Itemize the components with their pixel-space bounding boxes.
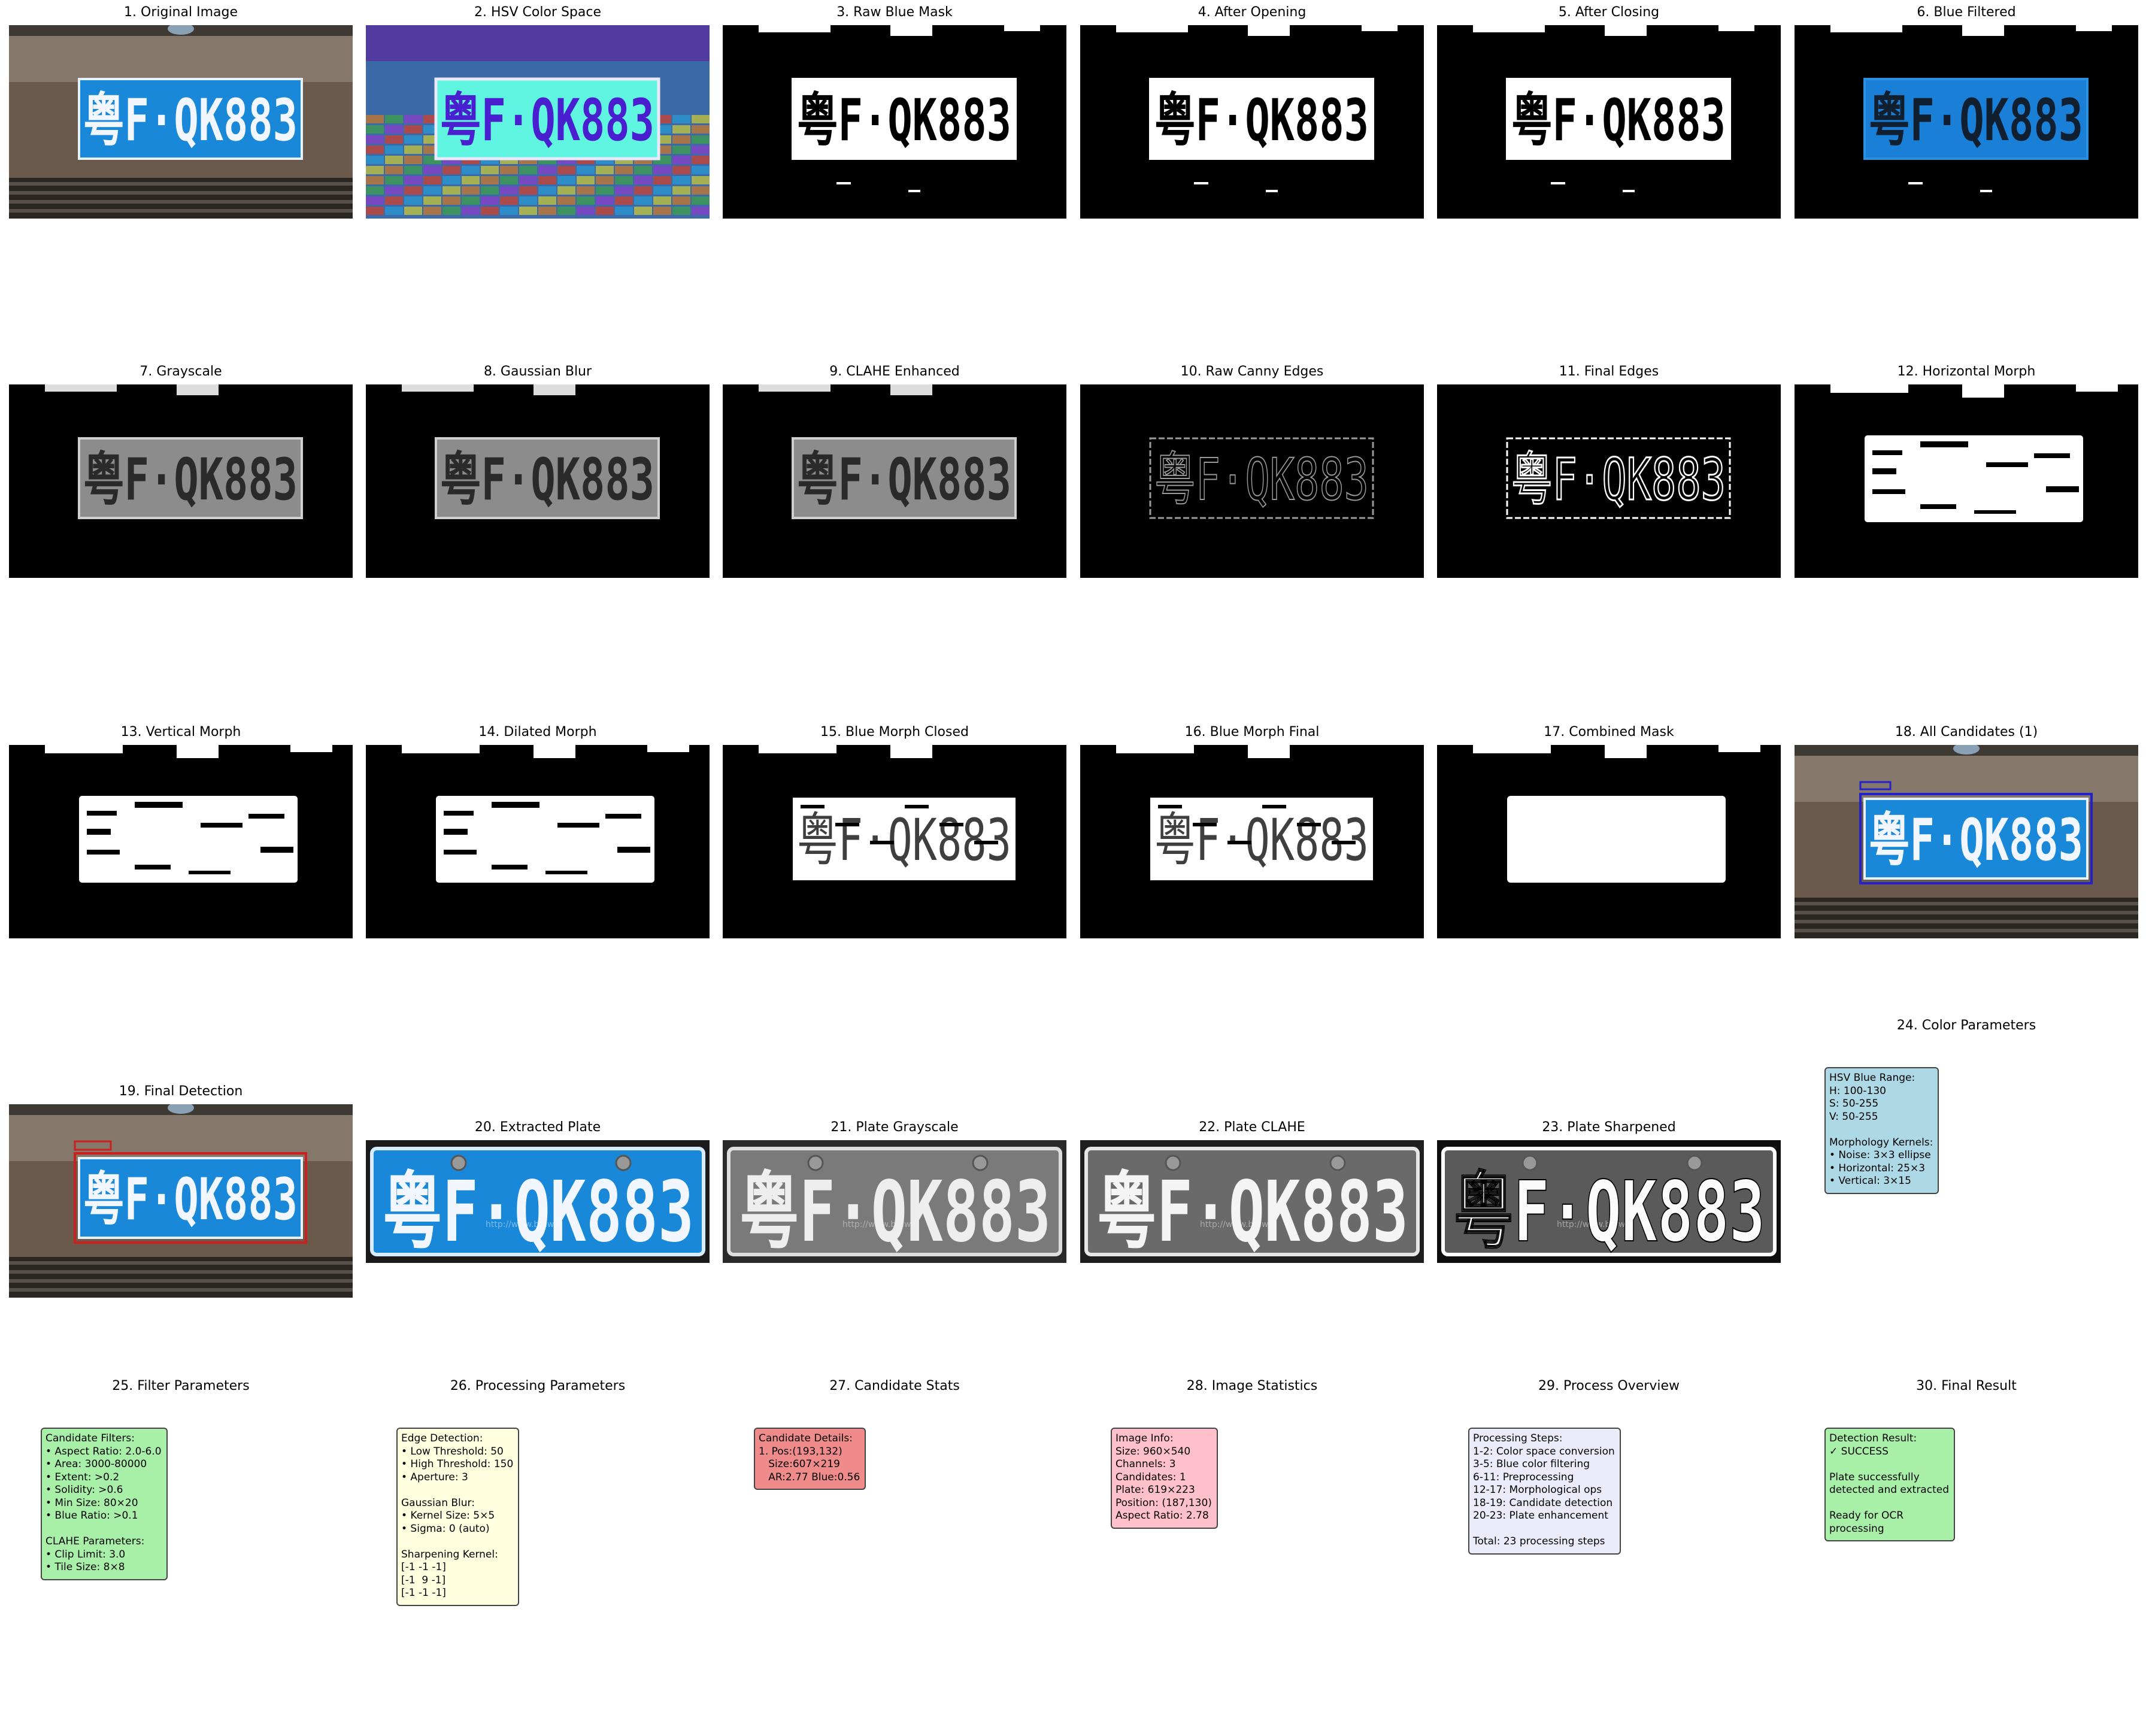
plate-characters: 粤F·QK883 [383, 1164, 694, 1261]
panel-title: 4. After Opening [1198, 5, 1307, 20]
panel-title: 3. Raw Blue Mask [836, 5, 953, 20]
info-box: HSV Blue Range: H: 100-130 S: 50-255 V: … [1824, 1067, 1939, 1194]
info-box: Edge Detection: • Low Threshold: 50 • Hi… [396, 1428, 520, 1606]
plate-characters: 粤F·QK883 [797, 807, 1011, 874]
panel-title: 17. Combined Mask [1544, 725, 1674, 740]
panel-title: 16. Blue Morph Final [1184, 725, 1320, 740]
panel-title: 2. HSV Color Space [474, 5, 601, 20]
panel-image: 粤F·QK883 [1437, 25, 1781, 219]
panel-title: 24. Color Parameters [1896, 1018, 2036, 1033]
panel-image: 粤F·QK883 [9, 384, 353, 578]
panel-image: 粤F·QK883 [1080, 384, 1424, 578]
panel-image: 粤F·QK883 http://www.bmw... [1080, 1140, 1424, 1263]
panel-title: 10. Raw Canny Edges [1180, 364, 1324, 379]
plate-characters: 粤F·QK883 [1154, 446, 1369, 513]
panel-image: 粤F·QK883 [723, 25, 1066, 219]
panel-image [1437, 745, 1781, 938]
panel-image: 粤F·QK883 [9, 1104, 353, 1298]
panel-image: 粤F·QK883 [366, 25, 710, 219]
panel-title: 14. Dilated Morph [478, 725, 597, 740]
panel-image: 粤F·QK883 [1437, 384, 1781, 578]
plate-characters: 粤F·QK883 [739, 1164, 1051, 1261]
panel-title: 28. Image Statistics [1186, 1379, 1318, 1393]
panel-image: 粤F·QK883 http://www.bmw... [366, 1140, 710, 1263]
panel-title: 30. Final Result [1916, 1379, 2017, 1393]
panel-title: 6. Blue Filtered [1917, 5, 2016, 20]
panel-title: 25. Filter Parameters [112, 1379, 250, 1393]
plate-characters: 粤F·QK883 [83, 1166, 298, 1233]
panel-title: 18. All Candidates (1) [1895, 725, 2038, 740]
info-box: Processing Steps: 1-2: Color space conve… [1468, 1428, 1621, 1555]
plate-characters: 粤F·QK883 [1511, 87, 1726, 154]
panel-image: 粤F·QK883 [723, 745, 1066, 938]
panel-title: 5. After Closing [1558, 5, 1660, 20]
panel-title: 21. Plate Grayscale [830, 1120, 959, 1135]
panel-image: 粤F·QK883 http://www.bmw... [723, 1140, 1066, 1263]
panel-image: 粤F·QK883 [366, 384, 710, 578]
panel-image: 粤F·QK883 http://www.bmw... 粤F·QK883 [1437, 1140, 1781, 1263]
plate-characters: 粤F·QK883 [440, 87, 654, 154]
panel-image: 粤F·QK883 [1080, 745, 1424, 938]
plate-characters: 粤F·QK883 [1154, 807, 1369, 874]
panel-image [9, 745, 353, 938]
plate-characters: 粤F·QK883 [1097, 1164, 1408, 1261]
plate-characters: 粤F·QK883 [1454, 1164, 1765, 1261]
panel-image: 粤F·QK883 [1795, 745, 2138, 938]
plate-characters: 粤F·QK883 [83, 87, 298, 154]
plate-characters: 粤F·QK883 [1869, 807, 2083, 874]
panel-title: 8. Gaussian Blur [483, 364, 592, 379]
panel-title: 26. Processing Parameters [450, 1379, 626, 1393]
panel-image: 粤F·QK883 [1795, 25, 2138, 219]
watermark-text: http://www.bmw... [842, 1220, 918, 1229]
panel-image [1795, 384, 2138, 578]
panel-title: 22. Plate CLAHE [1199, 1120, 1305, 1135]
plate-characters: 粤F·QK883 [797, 446, 1011, 513]
panel-title: 1. Original Image [124, 5, 238, 20]
panel-title: 20. Extracted Plate [474, 1120, 601, 1135]
panel-title: 27. Candidate Stats [829, 1379, 960, 1393]
info-box: Candidate Filters: • Aspect Ratio: 2.0-6… [41, 1428, 168, 1580]
panel-title: 15. Blue Morph Closed [820, 725, 969, 740]
info-box: Candidate Details: 1. Pos:(193,132) Size… [754, 1428, 866, 1490]
panel-image: 粤F·QK883 [1080, 25, 1424, 219]
panel-title: 11. Final Edges [1559, 364, 1659, 379]
plate-characters: 粤F·QK883 [83, 446, 298, 513]
plate-characters: 粤F·QK883 [1154, 87, 1369, 154]
plate-characters: 粤F·QK883 [797, 87, 1011, 154]
panel-title: 12. Horizontal Morph [1897, 364, 2036, 379]
panel-title: 7. Grayscale [140, 364, 222, 379]
panel-title: 29. Process Overview [1538, 1379, 1680, 1393]
plate-characters: 粤F·QK883 [1511, 446, 1726, 513]
panel-title: 9. CLAHE Enhanced [829, 364, 960, 379]
panel-image [366, 745, 710, 938]
panel-image: 粤F·QK883 [723, 384, 1066, 578]
panel-title: 23. Plate Sharpened [1542, 1120, 1676, 1135]
plate-characters: 粤F·QK883 [1869, 87, 2083, 154]
panel-image: 粤F·QK883 [9, 25, 353, 219]
info-box: Detection Result: ✓ SUCCESS Plate succes… [1824, 1428, 1955, 1541]
panel-title: 19. Final Detection [119, 1084, 243, 1099]
watermark-text: http://www.bmw... [1200, 1220, 1275, 1229]
panel-title: 13. Vertical Morph [120, 725, 241, 740]
watermark-text: http://www.bmw... [486, 1220, 561, 1229]
info-box: Image Info: Size: 960×540 Channels: 3 Ca… [1111, 1428, 1218, 1529]
plate-characters: 粤F·QK883 [440, 446, 654, 513]
